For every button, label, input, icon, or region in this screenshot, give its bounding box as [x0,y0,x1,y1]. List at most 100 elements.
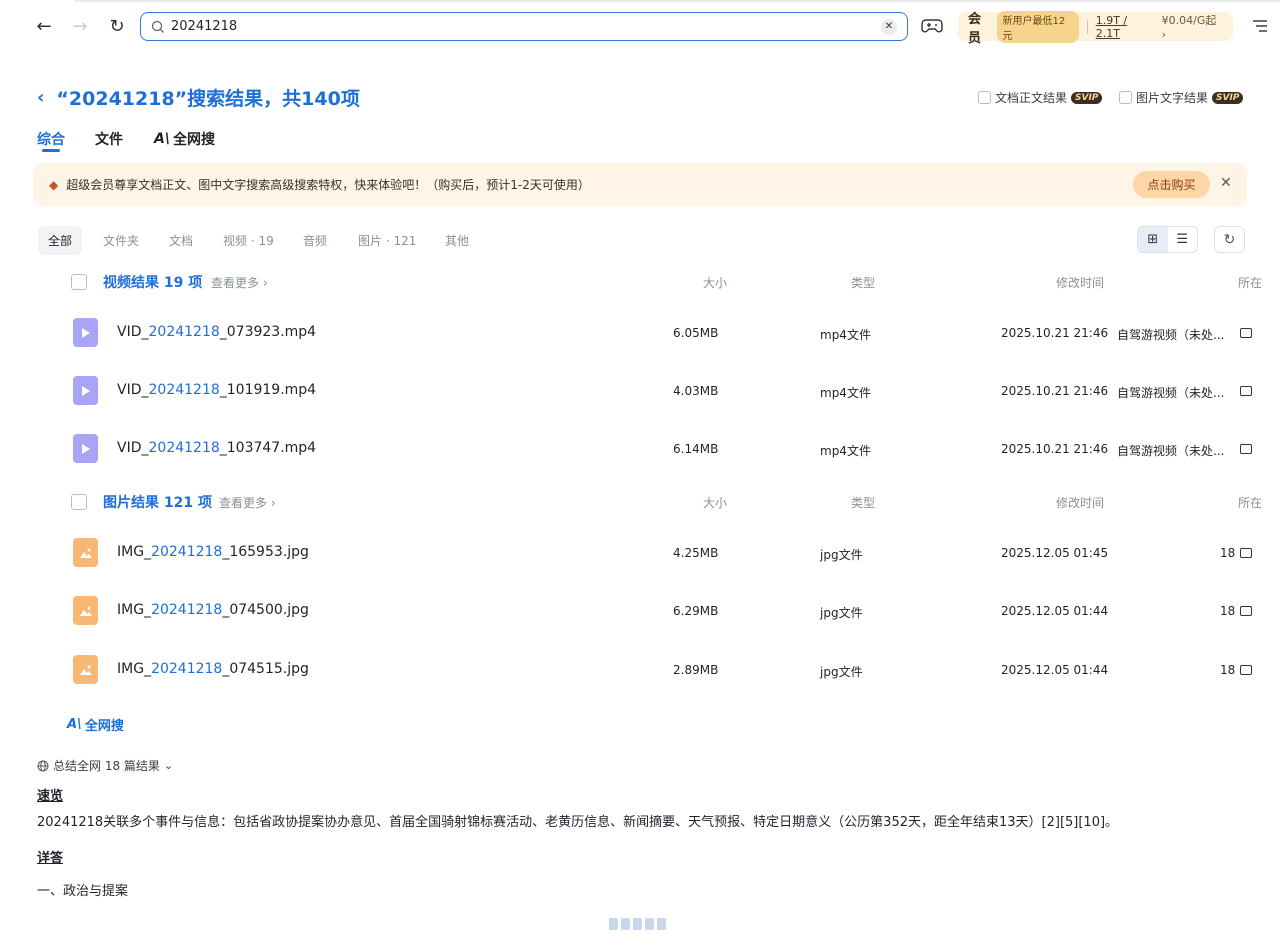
file-name[interactable]: VID_20241218_103747.mp4 [117,440,316,456]
summary-toggle[interactable]: 总结全网 18 篇结果 ⌄ [37,757,173,774]
file-name[interactable]: IMG_20241218_074500.jpg [117,602,309,618]
video-file-icon [73,434,98,463]
doc-content-label: 文档正文结果 [995,91,1068,105]
storage-usage[interactable]: 1.9T / 2.1T [1096,14,1154,40]
filter-video[interactable]: 视频 · 19 [223,232,274,249]
image-file-icon [73,655,98,684]
file-type: jpg文件 [820,665,863,679]
select-all-video-checkbox[interactable] [71,274,87,290]
top-divider [75,0,1280,2]
file-size: 6.05MB [673,326,719,340]
filter-audio[interactable]: 音频 [303,232,327,249]
doc-content-option[interactable]: 文档正文结果 SVIP [978,89,1103,106]
refresh-icon[interactable]: ↻ [1214,226,1245,253]
file-location[interactable]: 自驾游视频（未处... [1117,442,1224,459]
folder-icon[interactable] [1240,386,1252,396]
reload-icon[interactable]: ↻ [105,14,129,38]
back-icon[interactable]: ← [32,14,56,38]
vip-bar[interactable]: 会员 新用户最低12元 1.9T / 2.1T ¥0.04/G起 › [958,10,1233,46]
file-name[interactable]: IMG_20241218_165953.jpg [117,544,309,560]
video-file-icon [73,376,98,405]
file-type: jpg文件 [820,606,863,620]
grid-view-icon[interactable]: ⊞ [1138,227,1168,252]
filter-all[interactable]: 全部 [38,226,83,255]
file-type: mp4文件 [820,386,871,400]
image-text-option[interactable]: 图片文字结果 SVIP [1119,89,1244,106]
summary-count: 总结全网 18 篇结果 [53,759,160,773]
overview-text: 20241218关联多个事件与信息：包括省政协提案协办意见、首届全国骑射锦标赛活… [37,815,1119,830]
file-name[interactable]: VID_20241218_073923.mp4 [117,324,316,340]
col-size[interactable]: 大小 [703,274,727,291]
col-location: 所在 [1238,496,1263,510]
picture-icon [79,548,92,558]
tab-web-search-label: 全网搜 [172,132,215,148]
tab-active-indicator [42,149,60,152]
file-location[interactable]: 18 [1220,546,1235,560]
col-size[interactable]: 大小 [703,494,727,511]
filter-doc[interactable]: 文档 [169,232,193,249]
col-type[interactable]: 类型 [851,274,875,291]
image-file-icon [73,596,98,625]
col-type[interactable]: 类型 [851,494,875,511]
image-text-label: 图片文字结果 [1136,91,1209,105]
video-more-link[interactable]: 查看更多 › [211,274,268,291]
file-location[interactable]: 自驾游视频（未处... [1117,384,1224,401]
chevron-left-icon[interactable]: ‹ [37,87,44,108]
clear-search-icon[interactable]: ✕ [881,18,897,35]
file-mtime: 2025.10.21 21:46 [1001,442,1109,456]
file-name[interactable]: IMG_20241218_074515.jpg [117,661,309,677]
file-location[interactable]: 18 [1220,663,1235,677]
chevron-down-icon: ⌄ [163,759,174,772]
col-mtime[interactable]: 修改时间 [1056,494,1104,511]
play-icon [81,443,90,454]
video-section-title: 视频结果 19 项 [103,275,203,291]
play-icon [81,385,90,396]
file-type: mp4文件 [820,444,871,458]
list-view-icon[interactable]: ☰ [1168,227,1198,252]
vip-separator [1086,19,1088,34]
col-mtime[interactable]: 修改时间 [1056,274,1104,291]
menu-icon[interactable] [1252,19,1268,33]
vip-price[interactable]: ¥0.04/G起 › [1162,12,1223,41]
filter-other[interactable]: 其他 [445,232,469,249]
image-more-link[interactable]: 查看更多 › [219,494,276,511]
forward-icon[interactable]: → [68,14,92,38]
view-toggle: ⊞ ☰ [1137,226,1198,253]
loading-indicator [609,918,666,930]
tab-overview[interactable]: 综合 [37,129,65,149]
globe-icon [37,760,49,771]
picture-icon [79,665,92,675]
play-icon [81,327,90,338]
image-section-title: 图片结果 121 项 [103,495,212,511]
folder-icon[interactable] [1240,444,1252,454]
image-file-icon [73,538,98,567]
file-mtime: 2025.12.05 01:44 [1001,663,1109,677]
buy-button[interactable]: 点击购买 [1133,171,1210,198]
doc-content-checkbox[interactable] [978,91,991,104]
search-input[interactable] [171,19,881,34]
filter-folder[interactable]: 文件夹 [103,232,139,249]
ai-search-heading[interactable]: A\ 全网搜 [67,715,124,734]
folder-icon[interactable] [1240,548,1252,558]
folder-icon[interactable] [1240,328,1252,338]
file-mtime: 2025.12.05 01:45 [1001,546,1109,560]
file-name[interactable]: VID_20241218_101919.mp4 [117,382,316,398]
folder-icon[interactable] [1240,606,1252,616]
file-mtime: 2025.12.05 01:44 [1001,604,1109,618]
detail-label: 详答 [37,851,64,866]
tab-web-search[interactable]: A\ 全网搜 [154,129,215,149]
file-location[interactable]: 自驾游视频（未处... [1117,326,1224,343]
ai-logo-icon: A\ [154,131,170,147]
filter-image[interactable]: 图片 · 121 [358,232,416,249]
image-text-checkbox[interactable] [1119,91,1132,104]
search-box[interactable]: ✕ [140,12,908,41]
select-all-image-checkbox[interactable] [71,494,87,510]
tab-files[interactable]: 文件 [95,129,123,149]
close-icon[interactable]: ✕ [1220,175,1232,191]
file-mtime: 2025.10.21 21:46 [1001,384,1109,398]
video-file-icon [73,318,98,347]
folder-icon[interactable] [1240,665,1252,675]
file-location[interactable]: 18 [1220,604,1235,618]
game-controller-icon[interactable] [921,16,943,36]
vip-title: 会员 [968,11,982,46]
